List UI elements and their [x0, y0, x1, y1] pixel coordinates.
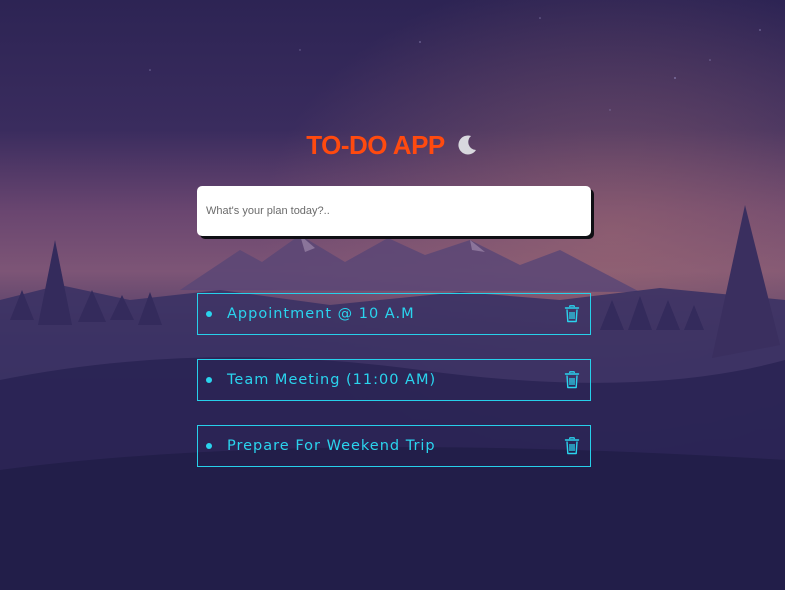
todo-item[interactable]: Team Meeting (11:00 AM) [197, 359, 591, 401]
todo-list: Appointment @ 10 A.M Team Meeting (11:00… [197, 293, 591, 491]
todo-item[interactable]: Prepare For Weekend Trip [197, 425, 591, 467]
trash-icon[interactable] [564, 305, 580, 323]
bullet-icon [206, 377, 212, 383]
todo-text: Appointment @ 10 A.M [227, 306, 415, 322]
todo-text: Team Meeting (11:00 AM) [227, 372, 437, 388]
bullet-icon [206, 443, 212, 449]
bullet-icon [206, 311, 212, 317]
trash-icon[interactable] [564, 437, 580, 455]
todo-text: Prepare For Weekend Trip [227, 438, 436, 454]
app-title: TO-DO APP [306, 129, 445, 160]
todo-item[interactable]: Appointment @ 10 A.M [197, 293, 591, 335]
moon-icon [458, 135, 476, 155]
trash-icon[interactable] [564, 371, 580, 389]
header: TO-DO APP [0, 128, 785, 162]
task-input[interactable] [197, 186, 591, 236]
task-input-wrapper [197, 186, 591, 236]
